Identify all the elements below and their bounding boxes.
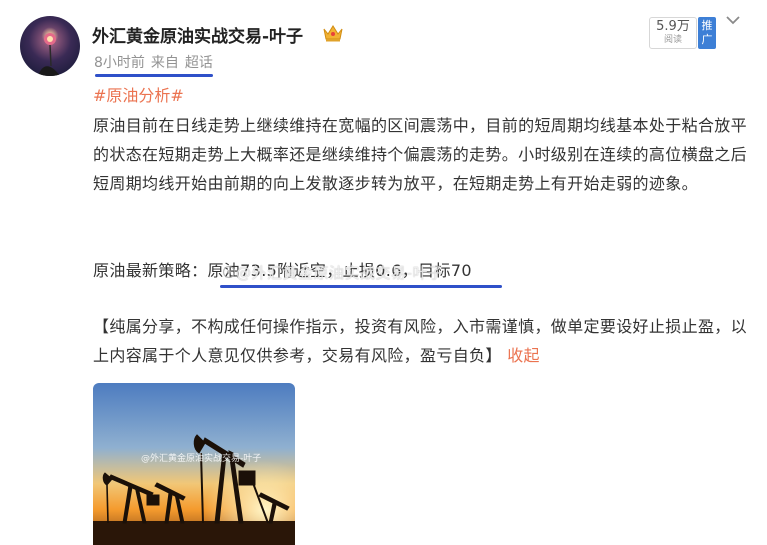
source-link[interactable]: 超话: [185, 55, 213, 71]
avatar-image: [36, 25, 64, 76]
author-name[interactable]: 外汇黄金原油实战交易-叶子: [92, 22, 303, 47]
reads-count: 5.9万: [656, 19, 690, 34]
chevron-down-icon[interactable]: [724, 12, 742, 28]
annotation-underline-meta: [95, 74, 213, 77]
annotation-underline-strategy: [220, 285, 502, 288]
collapse-link[interactable]: 收起: [507, 346, 540, 365]
reads-badge: 5.9万 阅读: [649, 17, 697, 49]
post-paragraph: 原油目前在日线走势上继续维持在宽幅的区间震荡中，目前的短周期均线基本处于粘合放平…: [93, 116, 748, 193]
disclaimer-paragraph: 【纯属分享，不构成任何操作指示，投资有风险，入市需谨慎，做单定要设好止损止盈，以…: [93, 312, 753, 370]
source-prefix: 来自: [150, 55, 179, 71]
post-time[interactable]: 8小时前: [94, 55, 145, 71]
post-image[interactable]: [93, 383, 295, 545]
oil-pumpjack-image: [93, 383, 295, 545]
watermark-icon: [222, 265, 236, 279]
reads-label: 阅读: [663, 35, 682, 45]
disclaimer-text: 【纯属分享，不构成任何操作指示，投资有风险，入市需谨慎，做单定要设好止损止盈，以…: [93, 317, 748, 365]
avatar[interactable]: [20, 16, 80, 76]
post-meta: 8小时前 来自 超话: [94, 52, 213, 72]
topic-link[interactable]: #原油分析#: [93, 84, 184, 108]
crown-icon: [323, 25, 343, 42]
promo-badge[interactable]: 推广: [698, 17, 716, 49]
text-watermark: @外汇黄金原油实战交易-叶子: [236, 264, 444, 282]
image-watermark: @外汇黄金原油实战交易-叶子: [141, 454, 262, 464]
